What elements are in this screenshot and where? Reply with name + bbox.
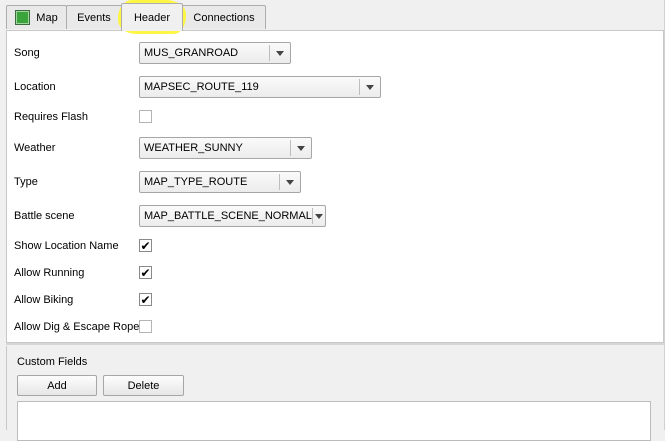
type-combobox[interactable]: MAP_TYPE_ROUTE — [139, 171, 301, 193]
allow-dig-escape-checkbox[interactable] — [139, 320, 152, 333]
tab-connections[interactable]: Connections — [182, 5, 266, 29]
checkmark-icon: ✔ — [140, 292, 151, 307]
location-label: Location — [14, 81, 56, 93]
custom-fields-section: Custom Fields Add Delete — [6, 346, 664, 441]
tab-map[interactable]: Map — [6, 5, 67, 29]
location-combobox[interactable]: MAPSEC_ROUTE_119 — [139, 76, 381, 98]
allow-running-label: Allow Running — [14, 267, 85, 279]
song-combobox[interactable]: MUS_GRANROAD — [139, 42, 291, 64]
allow-biking-label: Allow Biking — [14, 294, 74, 306]
battle-scene-label: Battle scene — [14, 210, 75, 222]
map-icon — [15, 10, 31, 25]
requires-flash-label: Requires Flash — [14, 111, 88, 123]
battle-scene-value: MAP_BATTLE_SCENE_NORMAL — [144, 210, 312, 222]
weather-label: Weather — [14, 142, 56, 154]
type-value: MAP_TYPE_ROUTE — [144, 176, 248, 188]
song-value: MUS_GRANROAD — [144, 47, 239, 59]
tab-header-label: Header — [133, 11, 171, 24]
weather-combobox[interactable]: WEATHER_SUNNY — [139, 137, 312, 159]
chevron-down-icon[interactable] — [291, 138, 311, 158]
checkmark-icon: ✔ — [140, 265, 151, 280]
type-label: Type — [14, 176, 38, 188]
tab-header[interactable]: Header — [121, 3, 183, 31]
checkmark-icon: ✔ — [140, 238, 151, 253]
show-location-name-checkbox[interactable]: ✔ — [139, 239, 152, 252]
weather-value: WEATHER_SUNNY — [144, 142, 243, 154]
chevron-down-icon[interactable] — [313, 206, 325, 226]
requires-flash-checkbox[interactable] — [139, 110, 152, 123]
chevron-down-icon[interactable] — [270, 43, 290, 63]
delete-button[interactable]: Delete — [103, 375, 184, 396]
chevron-down-icon[interactable] — [280, 172, 300, 192]
tab-map-label: Map — [36, 11, 58, 24]
allow-running-checkbox[interactable]: ✔ — [139, 266, 152, 279]
battle-scene-combobox[interactable]: MAP_BATTLE_SCENE_NORMAL — [139, 205, 326, 227]
custom-fields-title: Custom Fields — [17, 356, 88, 368]
chevron-down-icon[interactable] — [360, 77, 380, 97]
allow-dig-escape-label: Allow Dig & Escape Rope — [14, 321, 140, 333]
show-location-name-label: Show Location Name — [14, 240, 119, 252]
custom-fields-table[interactable] — [17, 401, 651, 441]
splitter-handle[interactable] — [6, 343, 664, 345]
tab-bar: Map Events Header Connections — [0, 0, 665, 34]
add-button[interactable]: Add — [17, 375, 97, 396]
location-value: MAPSEC_ROUTE_119 — [144, 81, 259, 93]
tab-events[interactable]: Events — [66, 5, 122, 29]
song-label: Song — [14, 47, 40, 59]
tab-connections-label: Connections — [193, 11, 255, 24]
tab-events-label: Events — [77, 11, 111, 24]
allow-biking-checkbox[interactable]: ✔ — [139, 293, 152, 306]
